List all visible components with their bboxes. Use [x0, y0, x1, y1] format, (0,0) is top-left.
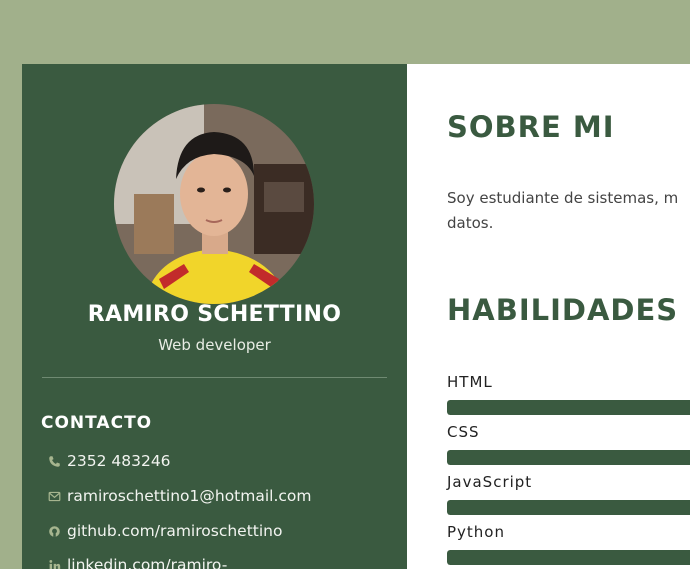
avatar — [114, 104, 314, 304]
skill-bar-python — [447, 550, 690, 565]
skill-fill-html — [447, 400, 690, 415]
skill-label-css: CSS — [447, 423, 480, 441]
github-icon — [47, 524, 61, 538]
contact-title: CONTACTO — [41, 413, 153, 433]
about-line-1: Soy estudiante de sistemas, m — [447, 189, 679, 207]
contact-github-text: github.com/ramiroschettino — [67, 522, 283, 540]
contact-github[interactable]: github.com/ramiroschettino — [47, 522, 282, 540]
skill-label-javascript: JavaScript — [447, 473, 533, 491]
about-title: SOBRE MI — [447, 110, 615, 144]
mail-icon — [47, 489, 61, 503]
linkedin-icon — [47, 558, 61, 569]
sidebar-divider — [42, 377, 387, 378]
skill-label-python: Python — [447, 523, 505, 541]
skill-fill-python — [447, 550, 690, 565]
contact-email[interactable]: ramiroschettino1@hotmail.com — [47, 487, 312, 505]
about-text: Soy estudiante de sistemas, m datos. — [447, 186, 690, 236]
contact-email-text: ramiroschettino1@hotmail.com — [67, 487, 312, 505]
contact-phone-text: 2352 483246 — [67, 452, 171, 470]
skill-bar-javascript — [447, 500, 690, 515]
contact-linkedin[interactable]: linkedin.com/ramiro- — [47, 556, 227, 569]
main-content: SOBRE MI Soy estudiante de sistemas, m d… — [407, 64, 690, 569]
skill-fill-javascript — [447, 500, 690, 515]
about-line-2: datos. — [447, 214, 494, 232]
skill-fill-css — [447, 450, 690, 465]
contact-linkedin-text: linkedin.com/ramiro- — [67, 556, 228, 569]
skills-title: HABILIDADES — [447, 293, 679, 327]
skill-bar-html — [447, 400, 690, 415]
profile-name: RAMIRO SCHETTINO — [87, 302, 342, 327]
profile-role: Web developer — [158, 336, 271, 354]
skill-label-html: HTML — [447, 373, 493, 391]
phone-icon — [47, 454, 61, 468]
avatar-photo — [114, 104, 314, 304]
contact-phone[interactable]: 2352 483246 — [47, 452, 171, 470]
sidebar: RAMIRO SCHETTINO Web developer CONTACTO … — [22, 64, 407, 569]
resume-card: RAMIRO SCHETTINO Web developer CONTACTO … — [22, 64, 690, 569]
skill-bar-css — [447, 450, 690, 465]
